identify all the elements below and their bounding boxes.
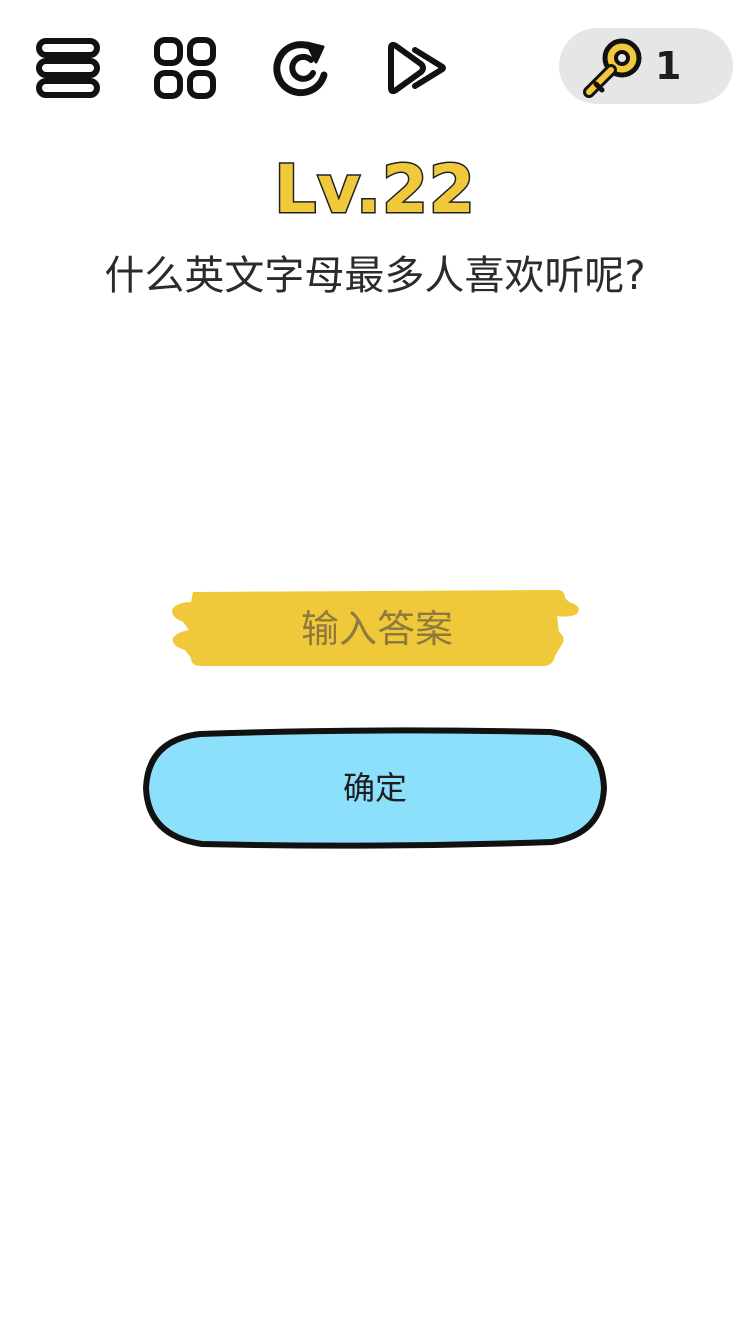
- question-text: 什么英文字母最多人喜欢听呢?: [104, 253, 646, 299]
- confirm-button[interactable]: 确定: [140, 726, 610, 850]
- skip-icon: [383, 38, 453, 98]
- menu-button[interactable]: [28, 28, 108, 108]
- key-icon: [579, 34, 649, 104]
- answer-field: [165, 586, 585, 670]
- restart-button[interactable]: [262, 28, 342, 108]
- levels-button[interactable]: [145, 28, 225, 108]
- restart-icon: [269, 35, 335, 101]
- skip-button[interactable]: [378, 28, 458, 108]
- menu-icon: [33, 33, 103, 103]
- answer-input[interactable]: [205, 600, 549, 658]
- top-toolbar: 1: [0, 0, 750, 130]
- key-counter[interactable]: 1: [559, 28, 733, 104]
- confirm-button-label: 确定: [342, 769, 407, 807]
- grid-icon: [152, 35, 218, 101]
- level-title: Lv.22: [273, 150, 477, 230]
- key-count: 1: [655, 44, 682, 88]
